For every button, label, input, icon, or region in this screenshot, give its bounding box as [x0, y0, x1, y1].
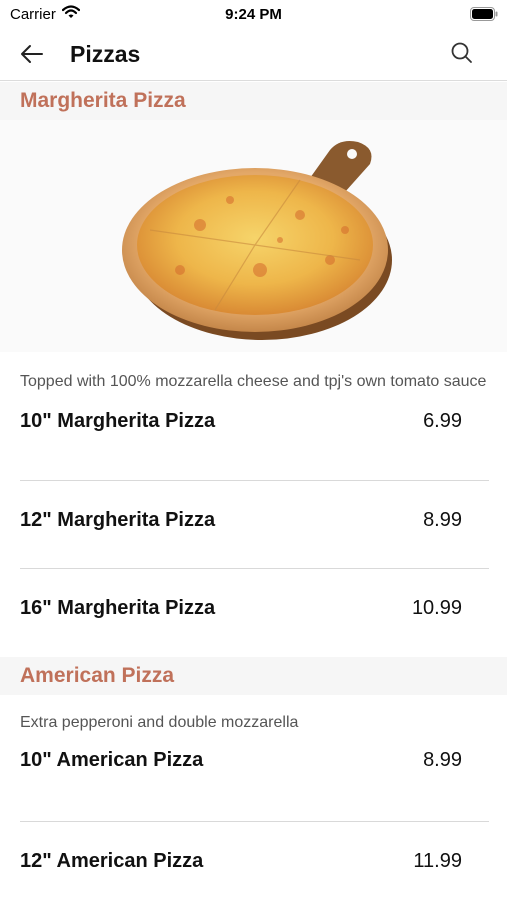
status-bar: Carrier 9:24 PM — [0, 0, 507, 28]
section-header: American Pizza — [0, 657, 507, 695]
menu-item[interactable]: 12" Margherita Pizza 8.99 — [0, 481, 507, 569]
section-description: Topped with 100% mozzarella cheese and t… — [20, 373, 487, 390]
item-price: 11.99 — [413, 850, 462, 872]
status-time: 9:24 PM — [225, 6, 282, 23]
item-name: 16" Margherita Pizza — [20, 597, 216, 619]
menu-item[interactable]: 10" Margherita Pizza 6.99 — [0, 393, 507, 481]
search-icon[interactable] — [449, 40, 475, 66]
page-title: Pizzas — [70, 41, 141, 67]
section-header: Margherita Pizza — [0, 82, 507, 120]
battery-icon — [470, 7, 498, 21]
menu-section-american: American Pizza Extra pepperoni and doubl… — [0, 657, 507, 900]
navigation-bar: Pizzas — [0, 28, 507, 81]
pizza-image — [0, 120, 507, 352]
section-description: Extra pepperoni and double mozzarella — [20, 714, 299, 731]
item-name: 12" Margherita Pizza — [20, 509, 216, 531]
menu-item[interactable]: 10" American Pizza 8.99 — [0, 734, 507, 822]
menu-item[interactable]: 16" Margherita Pizza 10.99 — [0, 569, 507, 657]
item-price: 6.99 — [423, 410, 462, 432]
item-price: 8.99 — [423, 509, 462, 531]
item-name: 10" American Pizza — [20, 749, 204, 771]
item-list: 10" Margherita Pizza 6.99 12" Margherita… — [0, 393, 507, 657]
item-price: 10.99 — [411, 597, 462, 619]
item-price: 8.99 — [423, 749, 462, 771]
section-title: American Pizza — [20, 664, 175, 687]
item-name: 10" Margherita Pizza — [20, 410, 216, 432]
item-list: 10" American Pizza 8.99 12" American Piz… — [0, 734, 507, 900]
item-name: 12" American Pizza — [20, 850, 204, 872]
section-title: Margherita Pizza — [20, 89, 186, 112]
back-arrow-icon[interactable] — [18, 40, 46, 68]
menu-item[interactable]: 12" American Pizza 11.99 — [0, 822, 507, 900]
menu-section-margherita: Margherita Pizza Topped with 100% mozzar… — [0, 82, 507, 657]
menu-content[interactable]: Margherita Pizza Topped with 100% mozzar… — [0, 82, 507, 900]
